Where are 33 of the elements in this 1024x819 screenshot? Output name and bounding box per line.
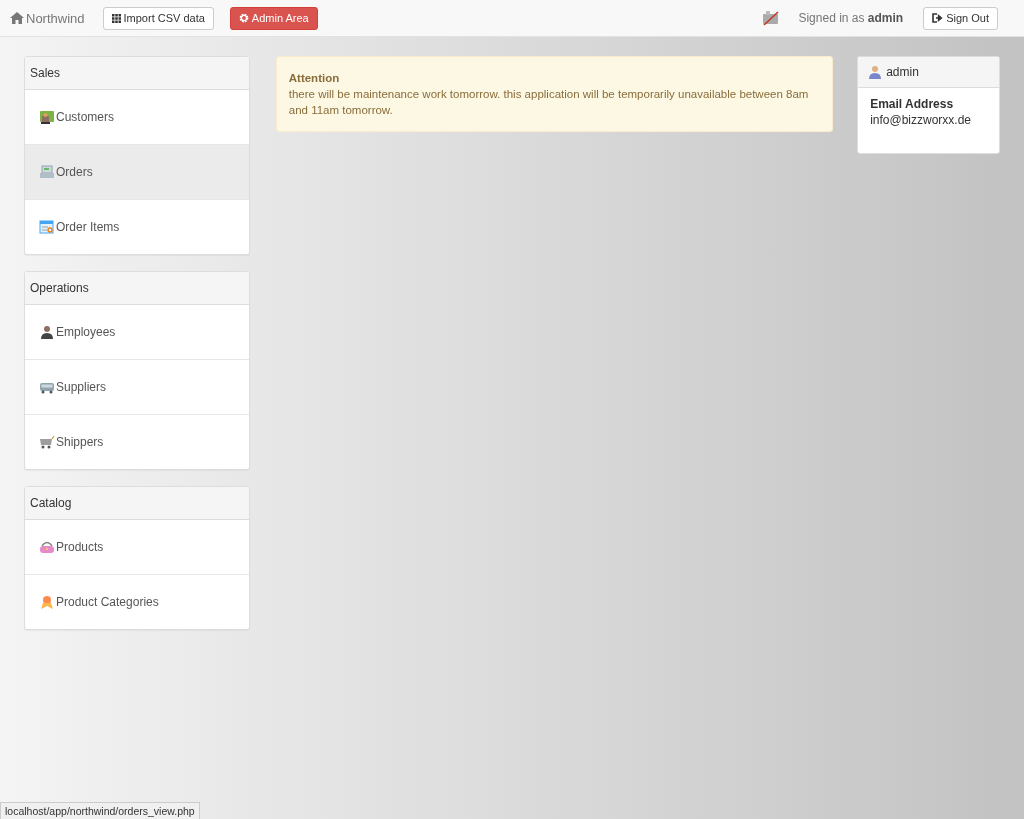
ribbon-icon [39,594,55,610]
menu-item[interactable]: Suppliers [25,360,249,415]
status-bar-url: localhost/app/northwind/orders_view.php [0,802,200,819]
menu-item[interactable]: Shippers [25,415,249,469]
sign-out-icon [932,13,944,23]
menu-item[interactable]: Products [25,520,249,575]
email-label: Email Address [870,97,955,111]
basket-icon [39,539,55,555]
panel-heading: Operations [25,272,249,305]
cart-icon [39,434,55,450]
email-value: info@bizzworxx.de [870,113,973,127]
list-search-icon [39,219,55,235]
signed-in-text: Signed in as admin [798,11,904,25]
sign-out-button[interactable]: Sign Out [923,6,998,30]
alert-title: Attention [288,71,341,86]
panel-heading: Catalog [25,487,249,520]
grid-icon [111,13,121,23]
user-icon [868,65,883,79]
person-icon [39,324,55,340]
import-csv-button[interactable]: Import CSV data [102,6,214,30]
crossed-out-device-icon [762,10,781,26]
panel-heading: Sales [25,57,249,90]
alert-message: there will be maintenance work tomorrow. this application will be temporarily unavailable between 8am and 11am tomorrow. [288,87,810,118]
menu-item[interactable]: Employees [25,305,249,360]
admin-area-button[interactable]: Admin Area [229,6,318,30]
menu-item[interactable]: Order Items [25,200,249,254]
menu-item[interactable]: Orders [25,145,249,200]
user-name: admin [886,65,919,79]
settings-icon [238,13,249,23]
home-icon [10,12,24,24]
menu-item[interactable]: Product Categories [25,575,249,629]
register-icon [39,164,55,180]
brand-link[interactable]: Northwind [10,10,85,26]
